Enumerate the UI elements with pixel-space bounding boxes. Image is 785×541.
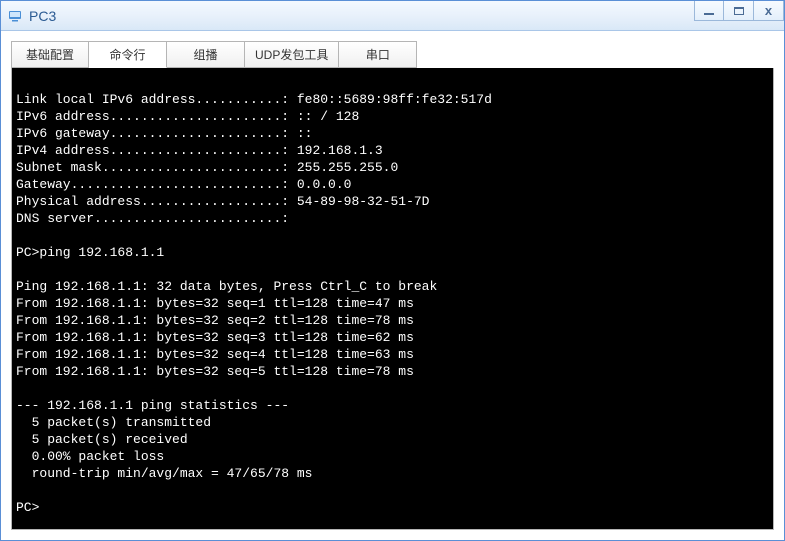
tab-command-line[interactable]: 命令行 [89, 41, 167, 68]
terminal-container: Link local IPv6 address...........: fe80… [11, 68, 774, 530]
tab-label: 串口 [366, 48, 390, 62]
tab-multicast[interactable]: 组播 [167, 41, 245, 68]
window-title: PC3 [29, 8, 56, 24]
titlebar: PC3 x [1, 1, 784, 31]
tab-label: 组播 [193, 48, 217, 62]
tab-bar: 基础配置 命令行 组播 UDP发包工具 串口 [11, 41, 774, 68]
window-controls: x [694, 1, 784, 21]
tab-udp-tool[interactable]: UDP发包工具 [245, 41, 339, 68]
client-area: 基础配置 命令行 组播 UDP发包工具 串口 Link local IPv6 a… [1, 31, 784, 540]
tab-label: 基础配置 [26, 48, 74, 62]
tab-basic-config[interactable]: 基础配置 [11, 41, 89, 68]
tab-label: UDP发包工具 [255, 48, 328, 62]
minimize-button[interactable] [694, 1, 724, 21]
terminal-output[interactable]: Link local IPv6 address...........: fe80… [12, 68, 773, 529]
close-button[interactable]: x [754, 1, 784, 21]
maximize-button[interactable] [724, 1, 754, 21]
tab-label: 命令行 [109, 48, 145, 62]
app-icon [7, 8, 23, 24]
tab-serial[interactable]: 串口 [339, 41, 417, 68]
